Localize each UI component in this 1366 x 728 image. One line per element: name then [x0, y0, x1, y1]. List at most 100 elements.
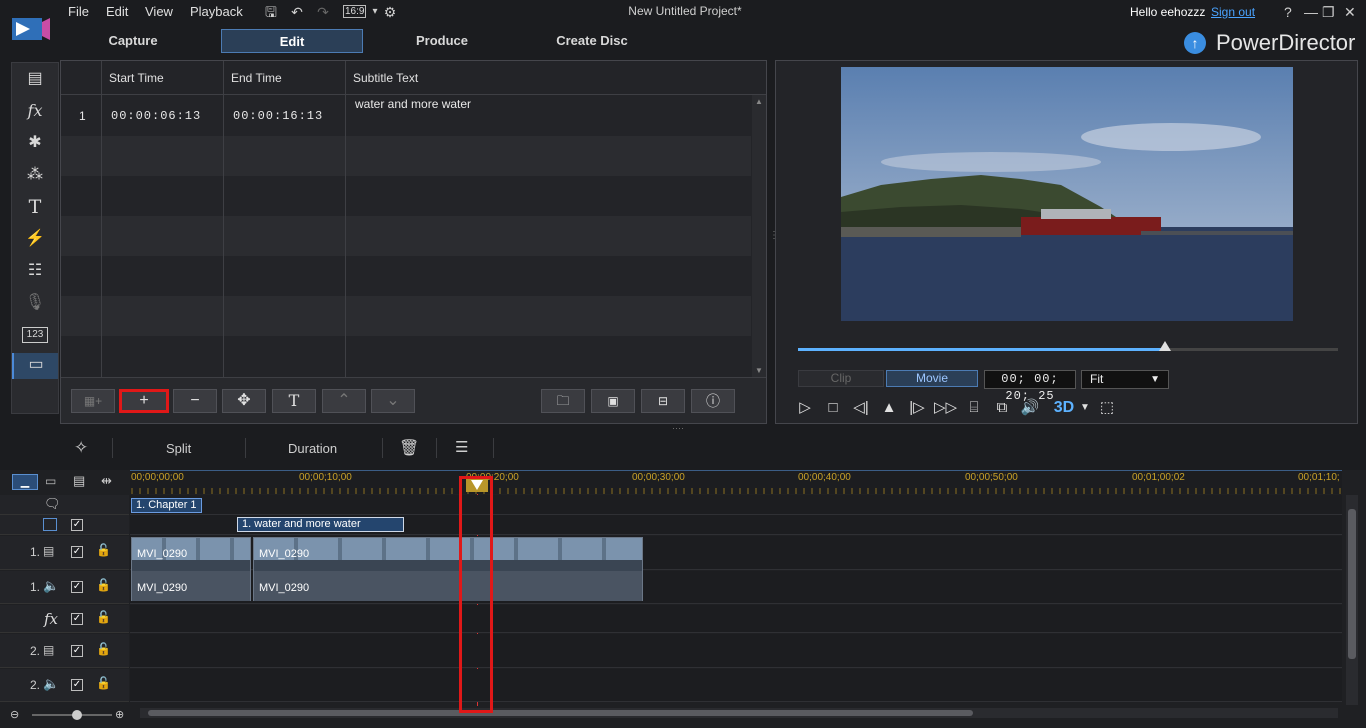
menu-playback[interactable]: Playback — [190, 4, 243, 19]
menu-edit[interactable]: Edit — [106, 4, 128, 19]
undock-preview-icon[interactable]: ⬚ — [1096, 397, 1118, 419]
timecode-display[interactable]: 00; 00; 20; 25 — [984, 370, 1076, 403]
subtitle-track-checkbox[interactable]: ✓ — [71, 519, 83, 531]
subtitle-room-icon[interactable]: ▭ — [12, 353, 58, 379]
subtitle-scrollbar[interactable]: ▲ ▼ — [752, 95, 766, 377]
start-time-cell[interactable]: 00:00:06:13 — [111, 109, 201, 123]
storyboard-view-icon[interactable]: ▭ — [45, 474, 56, 488]
snapshot-camera-icon[interactable]: ⌸ — [963, 397, 985, 419]
timeline-view-icon[interactable]: ▁ — [12, 474, 38, 490]
timeline-horizontal-scrollbar[interactable] — [140, 708, 1338, 718]
video-track-2-checkbox[interactable]: ✓ — [71, 645, 83, 657]
chapter-room-icon[interactable]: 123 — [22, 327, 48, 343]
title-room-icon[interactable]: T — [22, 195, 48, 219]
sign-out-link[interactable]: Sign out — [1211, 5, 1255, 19]
transition-room-icon[interactable]: ⚡ — [22, 227, 48, 251]
aspect-ratio-selector[interactable]: 16:9 — [343, 5, 367, 18]
audio-mixing-icon[interactable]: ☷ — [22, 259, 48, 283]
end-time-cell[interactable]: 00:00:16:13 — [233, 109, 323, 123]
undo-icon[interactable]: ↶ — [288, 3, 306, 21]
play-icon[interactable]: ▷ — [794, 397, 816, 419]
duration-button[interactable]: Duration — [288, 441, 337, 456]
text-format-button[interactable]: T — [272, 389, 316, 413]
dual-preview-icon[interactable]: ⧉ — [991, 397, 1013, 419]
fast-forward-icon[interactable]: ▷▷ — [934, 397, 957, 419]
lock-icon[interactable]: 🔓 — [96, 642, 111, 656]
scroll-thumb[interactable] — [1348, 509, 1356, 659]
save-icon[interactable]: 🖫 — [262, 3, 280, 21]
scroll-up-arrow-icon[interactable]: ▲ — [755, 97, 763, 106]
redo-icon[interactable]: ↷ — [314, 3, 332, 21]
effect-track-checkbox[interactable]: ✓ — [71, 613, 83, 625]
chapter-marker[interactable]: 1. Chapter 1 — [131, 498, 202, 513]
start-time-header[interactable]: Start Time — [109, 61, 164, 95]
upgrade-arrow-icon[interactable]: ↑ — [1184, 32, 1206, 54]
media-room-icon[interactable]: ▤ — [22, 67, 48, 91]
track-manager-icon[interactable]: ▤ — [73, 473, 85, 489]
timeline-vertical-scrollbar[interactable] — [1346, 495, 1358, 705]
tab-edit[interactable]: Edit — [221, 29, 363, 53]
export-file-button[interactable]: ▣ — [591, 389, 635, 413]
pause-at-marker-icon[interactable]: ▲ — [878, 397, 900, 419]
import-subtitle-button[interactable]: ▦+ — [71, 389, 115, 413]
menu-view[interactable]: View — [145, 4, 173, 19]
subtitle-clip[interactable]: 1. water and more water — [237, 517, 404, 532]
subtitle-text-header[interactable]: Subtitle Text — [353, 61, 418, 95]
next-frame-icon[interactable]: |▷ — [906, 397, 928, 419]
clip-mode-button[interactable]: Clip — [798, 370, 884, 387]
zoom-in-icon[interactable]: ⊕ — [115, 708, 124, 721]
video-track-1-checkbox[interactable]: ✓ — [71, 546, 83, 558]
remove-subtitle-button[interactable]: − — [173, 389, 217, 413]
magic-tools-icon[interactable]: ✧ — [74, 438, 88, 458]
merge-subtitle-button[interactable]: ✥ — [222, 389, 266, 413]
video-clip[interactable]: MVI_0290 MVI_0290 — [131, 537, 251, 601]
delete-trash-icon[interactable]: 🗑 — [399, 438, 419, 458]
movie-mode-button[interactable]: Movie — [886, 370, 978, 387]
scroll-thumb[interactable] — [148, 710, 973, 716]
audio-track-1-checkbox[interactable]: ✓ — [71, 581, 83, 593]
minimize-icon[interactable]: — — [1304, 4, 1318, 20]
panel-splitter-handle[interactable]: ⋮ — [769, 230, 779, 248]
subtitle-text-cell[interactable]: water and more water — [355, 97, 471, 111]
import-file-button[interactable]: 🗀 — [541, 389, 585, 413]
seek-thumb[interactable] — [1159, 341, 1172, 351]
tab-produce[interactable]: Produce — [384, 29, 500, 53]
pip-room-icon[interactable]: ✱ — [22, 131, 48, 155]
close-icon[interactable]: ✕ — [1344, 4, 1356, 21]
video-clip[interactable]: MVI_0290 MVI_0290 — [253, 537, 643, 601]
subtitle-edit-icon[interactable]: ☰ — [455, 438, 468, 456]
sync-button[interactable]: ⊟ — [641, 389, 685, 413]
tab-create-disc[interactable]: Create Disc — [530, 29, 654, 53]
settings-gear-icon[interactable]: ⚙ — [381, 3, 399, 21]
volume-icon[interactable]: 🔊 — [1019, 397, 1041, 419]
move-up-button[interactable]: ⌃ — [322, 389, 366, 413]
split-button[interactable]: Split — [166, 441, 191, 456]
scroll-down-arrow-icon[interactable]: ▼ — [755, 366, 763, 375]
tab-capture[interactable]: Capture — [75, 29, 191, 53]
lock-icon[interactable]: 🔓 — [96, 543, 111, 557]
lock-icon[interactable]: 🔓 — [96, 676, 111, 690]
zoom-fit-select[interactable]: Fit ▼ — [1081, 370, 1169, 389]
move-down-button[interactable]: ⌄ — [371, 389, 415, 413]
zoom-out-icon[interactable]: ⊖ — [10, 708, 19, 721]
lock-icon[interactable]: 🔓 — [96, 610, 111, 624]
menu-file[interactable]: File — [68, 4, 89, 19]
preview-seek-slider[interactable] — [798, 341, 1338, 351]
add-subtitle-button[interactable]: + — [119, 389, 169, 413]
stop-icon[interactable]: □ — [822, 397, 844, 419]
audio-track-2-checkbox[interactable]: ✓ — [71, 679, 83, 691]
fx-room-icon[interactable]: fx — [22, 99, 48, 123]
fit-timeline-icon[interactable]: ⇹ — [101, 473, 112, 489]
help-icon[interactable]: ? — [1284, 4, 1292, 20]
voice-over-icon[interactable]: 🎙 — [22, 291, 48, 315]
previous-frame-icon[interactable]: ◁| — [850, 397, 872, 419]
info-button[interactable]: ⓘ — [691, 389, 735, 413]
lock-icon[interactable]: 🔓 — [96, 578, 111, 592]
zoom-slider-thumb[interactable] — [72, 710, 82, 720]
zoom-slider[interactable] — [32, 710, 112, 720]
chevron-down-icon[interactable]: ▼ — [1074, 397, 1096, 419]
end-time-header[interactable]: End Time — [231, 61, 282, 95]
particle-room-icon[interactable]: ⁂ — [22, 163, 48, 187]
panel-splitter-handle[interactable]: ···· — [672, 424, 692, 433]
restore-icon[interactable]: ❐ — [1322, 4, 1335, 21]
